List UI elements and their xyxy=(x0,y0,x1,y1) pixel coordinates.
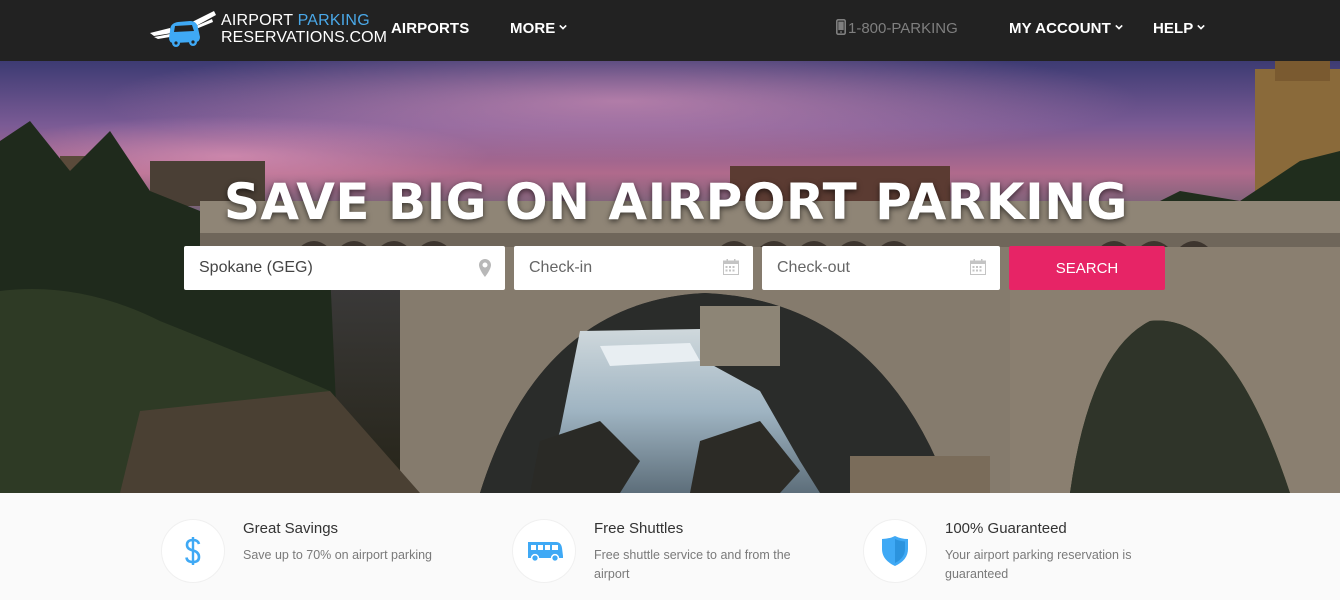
check-out-input[interactable] xyxy=(762,246,1000,290)
hero-title: SAVE BIG ON AIRPORT PARKING xyxy=(223,173,1129,231)
feature-title: Great Savings xyxy=(243,520,339,537)
nav-help[interactable]: HELP xyxy=(1153,20,1206,37)
feature-title: 100% Guaranteed xyxy=(945,520,1067,537)
check-in-input[interactable] xyxy=(514,246,753,290)
hero-banner: SAVE BIG ON AIRPORT PARKING SEARCH xyxy=(0,61,1340,493)
airport-search-field[interactable] xyxy=(184,246,505,290)
chevron-down-icon xyxy=(1197,24,1206,30)
top-navigation-bar: AIRPORT PARKING RESERVATIONS.COM AIRPORT… xyxy=(0,0,1340,61)
logo-text-line1: AIRPORT PARKING xyxy=(221,12,370,30)
phone-number-text: 1-800-PARKING xyxy=(848,20,958,37)
nav-my-account[interactable]: MY ACCOUNT xyxy=(1009,20,1123,37)
nav-more[interactable]: MORE xyxy=(510,20,568,37)
calendar-icon xyxy=(970,259,986,275)
feature-free-shuttles: Free Shuttles Free shuttle service to an… xyxy=(513,493,843,600)
logo-word-airport: AIRPORT xyxy=(221,12,293,29)
shield-icon xyxy=(882,536,908,566)
airport-input[interactable] xyxy=(184,246,505,290)
mobile-phone-icon xyxy=(836,19,846,35)
nav-my-account-label: MY ACCOUNT xyxy=(1009,20,1111,37)
feature-description: Save up to 70% on airport parking xyxy=(243,548,433,562)
feature-icon-circle xyxy=(162,520,224,582)
feature-icon-circle xyxy=(864,520,926,582)
feature-description: Free shuttle service to and from the air… xyxy=(594,548,791,581)
search-button[interactable]: SEARCH xyxy=(1009,246,1165,290)
feature-guaranteed: 100% Guaranteed Your airport parking res… xyxy=(864,493,1194,600)
nav-airports[interactable]: AIRPORTS xyxy=(391,20,469,37)
feature-title: Free Shuttles xyxy=(594,520,684,537)
check-out-field[interactable] xyxy=(762,246,1000,290)
map-marker-icon xyxy=(479,259,491,277)
feature-icon-circle xyxy=(513,520,575,582)
logo-word-parking: PARKING xyxy=(297,12,370,29)
chevron-down-icon xyxy=(559,24,568,30)
logo-text-line2: RESERVATIONS.COM xyxy=(221,29,388,46)
shuttle-bus-icon xyxy=(528,542,563,562)
feature-description: Your airport parking reservation is guar… xyxy=(945,548,1132,581)
features-strip: Great Savings Save up to 70% on airport … xyxy=(0,493,1340,600)
phone-number-link[interactable]: 1-800-PARKING xyxy=(836,19,958,37)
car-with-wings-icon xyxy=(150,11,216,47)
feature-great-savings: Great Savings Save up to 70% on airport … xyxy=(162,493,492,600)
site-logo[interactable]: AIRPORT PARKING RESERVATIONS.COM xyxy=(148,9,387,51)
calendar-icon xyxy=(723,259,739,275)
nav-airports-label: AIRPORTS xyxy=(391,20,470,37)
check-in-field[interactable] xyxy=(514,246,753,290)
dollar-icon xyxy=(185,537,201,565)
nav-help-label: HELP xyxy=(1153,20,1194,37)
chevron-down-icon xyxy=(1115,24,1123,30)
nav-more-label: MORE xyxy=(510,20,556,37)
